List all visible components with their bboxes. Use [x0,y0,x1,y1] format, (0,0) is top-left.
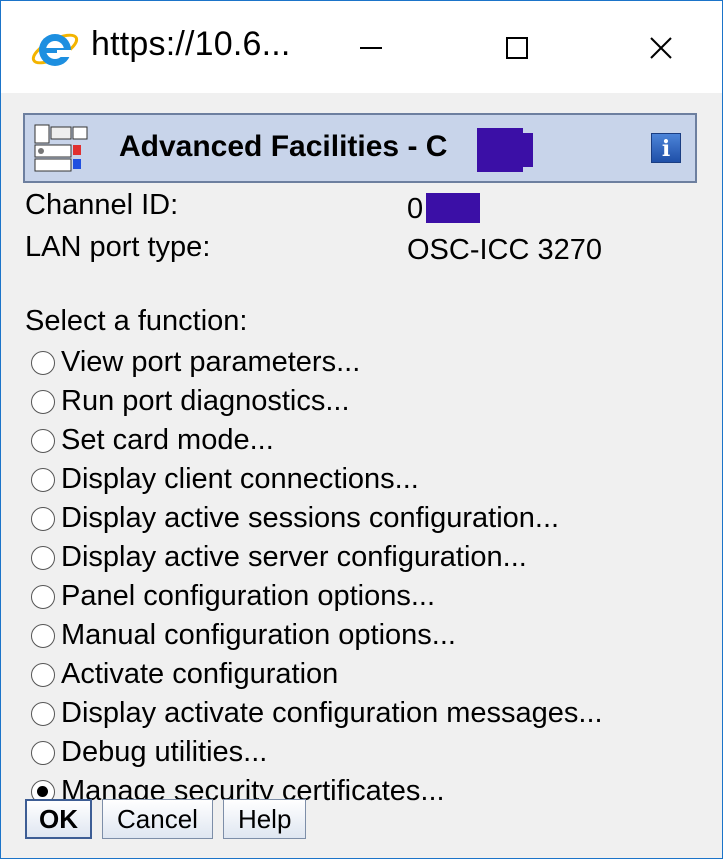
option-display-client-connections[interactable]: Display client connections... [31,460,603,499]
option-display-active-server-configuration[interactable]: Display active server configuration... [31,538,603,577]
radio-button[interactable] [31,506,55,531]
option-label: Display client connections... [61,463,419,495]
radio-button[interactable] [31,467,55,492]
option-set-card-mode[interactable]: Set card mode... [31,421,603,460]
dialog-content: Advanced Facilities - C i Channel ID: 0 … [1,93,722,858]
option-label: Display active sessions configuration... [61,502,560,534]
option-display-active-sessions-configuration[interactable]: Display active sessions configuration... [31,499,603,538]
option-label: Activate configuration [61,658,339,690]
title-bar[interactable]: https://10.6... [1,1,722,93]
close-button[interactable] [611,1,711,93]
function-radio-group: View port parameters... Run port diagnos… [31,343,603,811]
option-debug-utilities[interactable]: Debug utilities... [31,733,603,772]
redaction-block [426,193,480,223]
cancel-button[interactable]: Cancel [102,799,213,839]
minimize-button[interactable] [321,1,421,93]
ok-button[interactable]: OK [25,799,92,839]
panel-title: Advanced Facilities - C [119,130,448,163]
option-label: Panel configuration options... [61,580,436,612]
redaction-block [477,128,523,172]
radio-button[interactable] [31,623,55,648]
option-display-activate-configuration-messages[interactable]: Display activate configuration messages.… [31,694,603,733]
option-run-port-diagnostics[interactable]: Run port diagnostics... [31,382,603,421]
window-title: https://10.6... [91,25,291,63]
radio-button[interactable] [31,545,55,570]
dialog-window: https://10.6... Advanced Facilities - C [0,0,723,859]
redaction-block [523,133,533,167]
lan-port-type-label: LAN port type: [25,231,211,263]
panel-banner: Advanced Facilities - C i [23,113,697,183]
channel-id-label: Channel ID: [25,189,179,221]
option-manual-configuration-options[interactable]: Manual configuration options... [31,616,603,655]
option-panel-configuration-options[interactable]: Panel configuration options... [31,577,603,616]
radio-button[interactable] [31,389,55,414]
help-button[interactable]: Help [222,799,307,839]
option-label: Display active server configuration... [61,541,527,573]
option-label: Set card mode... [61,424,274,456]
hardware-card-icon [34,124,88,172]
info-button[interactable]: i [651,133,681,163]
button-bar: OK Cancel Help [25,799,316,839]
radio-button[interactable] [31,740,55,765]
radio-button[interactable] [31,701,55,726]
internet-explorer-icon [31,33,79,66]
maximize-icon [506,37,528,59]
option-label: Debug utilities... [61,736,268,768]
option-view-port-parameters[interactable]: View port parameters... [31,343,603,382]
radio-button[interactable] [31,350,55,375]
option-label: Run port diagnostics... [61,385,350,417]
minimize-icon [360,47,382,49]
lan-port-type-value: OSC-ICC 3270 [407,234,603,266]
radio-button[interactable] [31,662,55,687]
option-label: View port parameters... [61,346,361,378]
option-activate-configuration[interactable]: Activate configuration [31,655,603,694]
close-icon [650,37,672,59]
maximize-button[interactable] [467,1,567,93]
channel-id-value: 0 [407,193,424,225]
option-label: Display activate configuration messages.… [61,697,603,729]
option-label: Manual configuration options... [61,619,456,651]
radio-button[interactable] [31,584,55,609]
radio-button[interactable] [31,428,55,453]
select-function-label: Select a function: [25,305,248,337]
